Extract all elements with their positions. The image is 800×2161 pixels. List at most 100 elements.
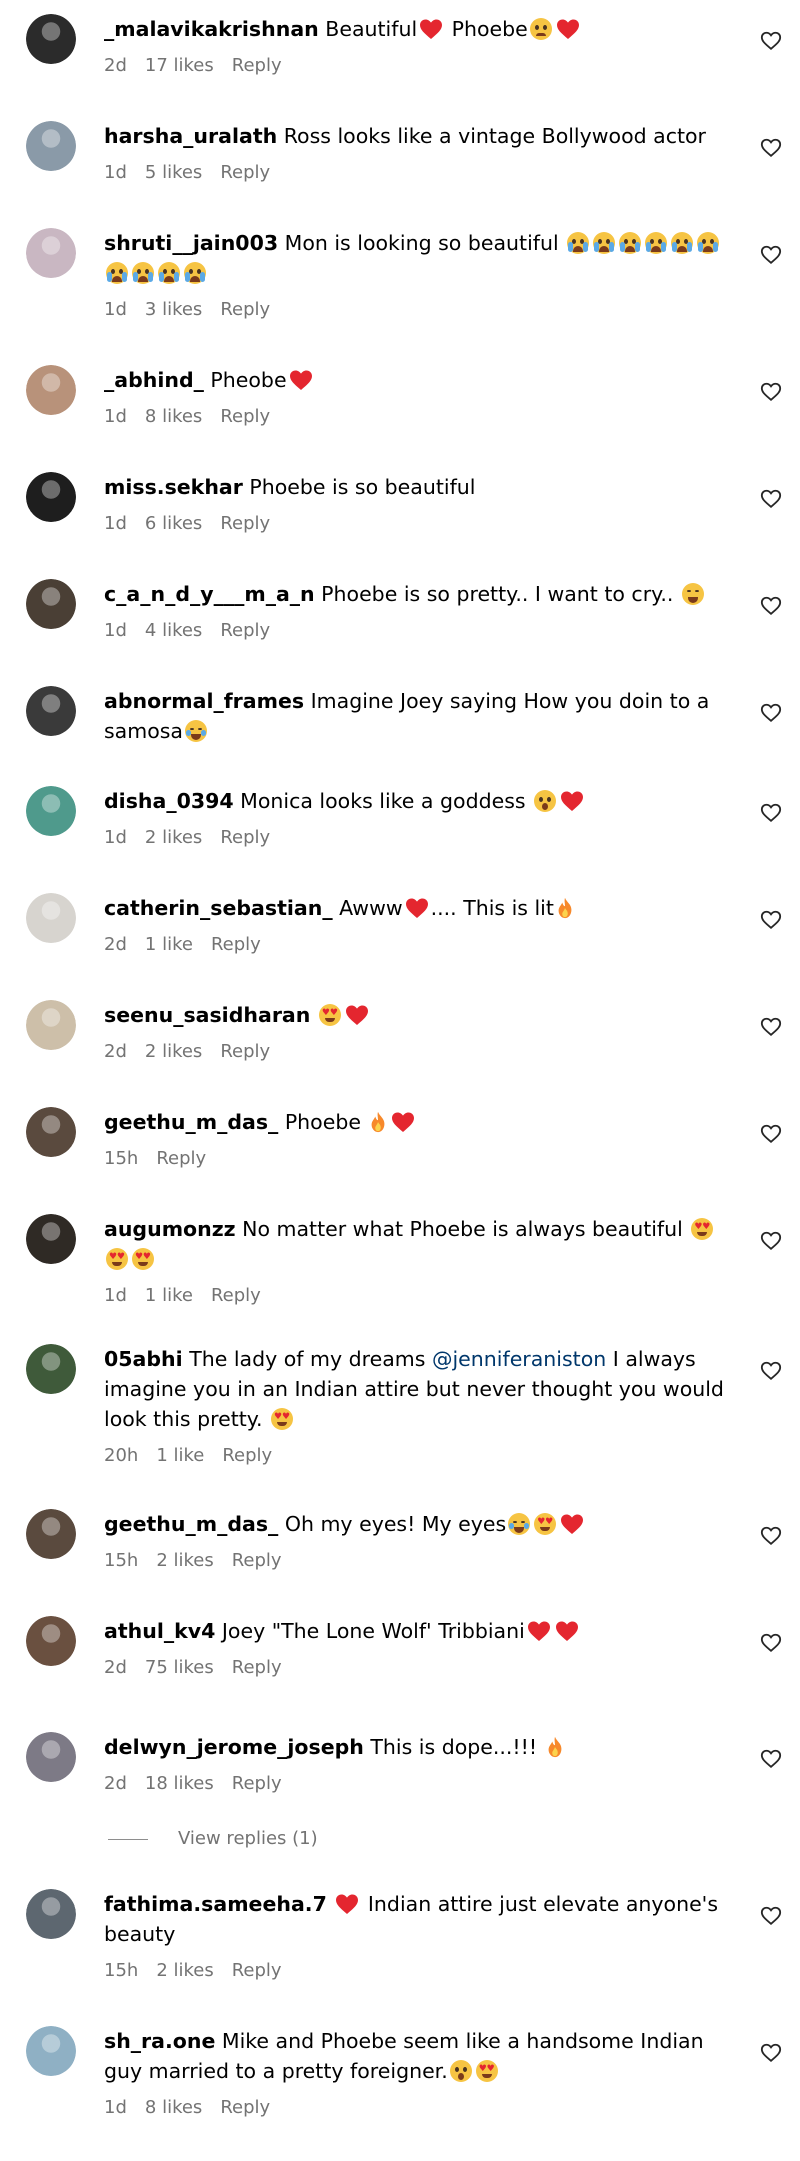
- comment-timestamp[interactable]: 1d: [104, 620, 127, 641]
- avatar[interactable]: [26, 1616, 76, 1666]
- avatar[interactable]: [26, 365, 76, 415]
- heart-outline-icon[interactable]: [760, 595, 782, 617]
- reply-button[interactable]: Reply: [220, 2097, 270, 2118]
- heart-outline-icon[interactable]: [760, 1905, 782, 1927]
- avatar[interactable]: [26, 1732, 76, 1782]
- comment-timestamp[interactable]: 15h: [104, 1550, 138, 1571]
- comment-timestamp[interactable]: 1d: [104, 406, 127, 427]
- heart-outline-icon[interactable]: [760, 244, 782, 266]
- reply-button[interactable]: Reply: [232, 1960, 282, 1981]
- like-count[interactable]: 3 likes: [145, 299, 202, 320]
- heart-outline-icon[interactable]: [760, 702, 782, 724]
- comment-timestamp[interactable]: 1d: [104, 513, 127, 534]
- username-link[interactable]: _malavikakrishnan: [104, 17, 319, 41]
- comment-timestamp[interactable]: 1d: [104, 2097, 127, 2118]
- like-count[interactable]: 1 like: [145, 1285, 193, 1306]
- heart-outline-icon[interactable]: [760, 1230, 782, 1252]
- like-count[interactable]: 5 likes: [145, 162, 202, 183]
- like-count[interactable]: 8 likes: [145, 2097, 202, 2118]
- heart-outline-icon[interactable]: [760, 1632, 782, 1654]
- like-count[interactable]: 1 like: [145, 934, 193, 955]
- like-count[interactable]: 2 likes: [145, 1041, 202, 1062]
- avatar[interactable]: [26, 228, 76, 278]
- heart-outline-icon[interactable]: [760, 2042, 782, 2064]
- comment-timestamp[interactable]: 2d: [104, 934, 127, 955]
- reply-button[interactable]: Reply: [232, 1773, 282, 1794]
- reply-button[interactable]: Reply: [220, 827, 270, 848]
- reply-button[interactable]: Reply: [220, 1041, 270, 1062]
- reply-button[interactable]: Reply: [232, 1550, 282, 1571]
- heart-outline-icon[interactable]: [760, 381, 782, 403]
- reply-button[interactable]: Reply: [211, 1285, 261, 1306]
- avatar[interactable]: [26, 686, 76, 736]
- reply-button[interactable]: Reply: [232, 1657, 282, 1678]
- avatar[interactable]: [26, 786, 76, 836]
- avatar[interactable]: [26, 1107, 76, 1157]
- comment-timestamp[interactable]: 1d: [104, 827, 127, 848]
- heart-outline-icon[interactable]: [760, 1123, 782, 1145]
- reply-button[interactable]: Reply: [220, 162, 270, 183]
- username-link[interactable]: miss.sekhar: [104, 475, 243, 499]
- avatar[interactable]: [26, 472, 76, 522]
- comment-timestamp[interactable]: 2d: [104, 1773, 127, 1794]
- like-count[interactable]: 75 likes: [145, 1657, 214, 1678]
- reply-button[interactable]: Reply: [220, 513, 270, 534]
- like-count[interactable]: 8 likes: [145, 406, 202, 427]
- reply-button[interactable]: Reply: [220, 299, 270, 320]
- username-link[interactable]: shruti__jain003: [104, 231, 278, 255]
- heart-outline-icon[interactable]: [760, 30, 782, 52]
- avatar[interactable]: [26, 2026, 76, 2076]
- reply-button[interactable]: Reply: [220, 620, 270, 641]
- reply-button[interactable]: Reply: [222, 1445, 272, 1466]
- avatar[interactable]: [26, 1000, 76, 1050]
- username-link[interactable]: geethu_m_das_: [104, 1110, 278, 1134]
- like-count[interactable]: 17 likes: [145, 55, 214, 76]
- comment-timestamp[interactable]: 1d: [104, 299, 127, 320]
- avatar[interactable]: [26, 1889, 76, 1939]
- comment-timestamp[interactable]: 20h: [104, 1445, 138, 1466]
- avatar[interactable]: [26, 893, 76, 943]
- heart-outline-icon[interactable]: [760, 1360, 782, 1382]
- username-link[interactable]: catherin_sebastian_: [104, 896, 333, 920]
- avatar[interactable]: [26, 1344, 76, 1394]
- username-link[interactable]: athul_kv4: [104, 1619, 215, 1643]
- username-link[interactable]: _abhind_: [104, 368, 204, 392]
- like-count[interactable]: 2 likes: [145, 827, 202, 848]
- heart-outline-icon[interactable]: [760, 137, 782, 159]
- comment-timestamp[interactable]: 2d: [104, 1041, 127, 1062]
- username-link[interactable]: geethu_m_das_: [104, 1512, 278, 1536]
- heart-outline-icon[interactable]: [760, 1016, 782, 1038]
- username-link[interactable]: seenu_sasidharan: [104, 1003, 310, 1027]
- like-count[interactable]: 18 likes: [145, 1773, 214, 1794]
- username-link[interactable]: disha_0394: [104, 789, 234, 813]
- comment-timestamp[interactable]: 15h: [104, 1148, 138, 1169]
- username-link[interactable]: fathima.sameeha.7: [104, 1892, 327, 1916]
- username-link[interactable]: augumonzz: [104, 1217, 236, 1241]
- avatar[interactable]: [26, 579, 76, 629]
- reply-button[interactable]: Reply: [220, 406, 270, 427]
- avatar[interactable]: [26, 1214, 76, 1264]
- reply-button[interactable]: Reply: [211, 934, 261, 955]
- username-link[interactable]: 05abhi: [104, 1347, 183, 1371]
- heart-outline-icon[interactable]: [760, 1525, 782, 1547]
- like-count[interactable]: 4 likes: [145, 620, 202, 641]
- heart-outline-icon[interactable]: [760, 488, 782, 510]
- mention-link[interactable]: @jenniferaniston: [432, 1347, 606, 1371]
- avatar[interactable]: [26, 1509, 76, 1559]
- username-link[interactable]: abnormal_frames: [104, 689, 304, 713]
- comment-timestamp[interactable]: 1d: [104, 1285, 127, 1306]
- heart-outline-icon[interactable]: [760, 909, 782, 931]
- view-replies-label[interactable]: View replies (1): [178, 1828, 318, 1849]
- comment-timestamp[interactable]: 2d: [104, 55, 127, 76]
- avatar[interactable]: [26, 121, 76, 171]
- username-link[interactable]: c_a_n_d_y___m_a_n: [104, 582, 315, 606]
- username-link[interactable]: delwyn_jerome_joseph: [104, 1735, 364, 1759]
- comment-timestamp[interactable]: 1d: [104, 162, 127, 183]
- like-count[interactable]: 2 likes: [156, 1550, 213, 1571]
- comment-timestamp[interactable]: 15h: [104, 1960, 138, 1981]
- heart-outline-icon[interactable]: [760, 1748, 782, 1770]
- avatar[interactable]: [26, 14, 76, 64]
- comment-timestamp[interactable]: 2d: [104, 1657, 127, 1678]
- username-link[interactable]: sh_ra.one: [104, 2029, 215, 2053]
- like-count[interactable]: 2 likes: [156, 1960, 213, 1981]
